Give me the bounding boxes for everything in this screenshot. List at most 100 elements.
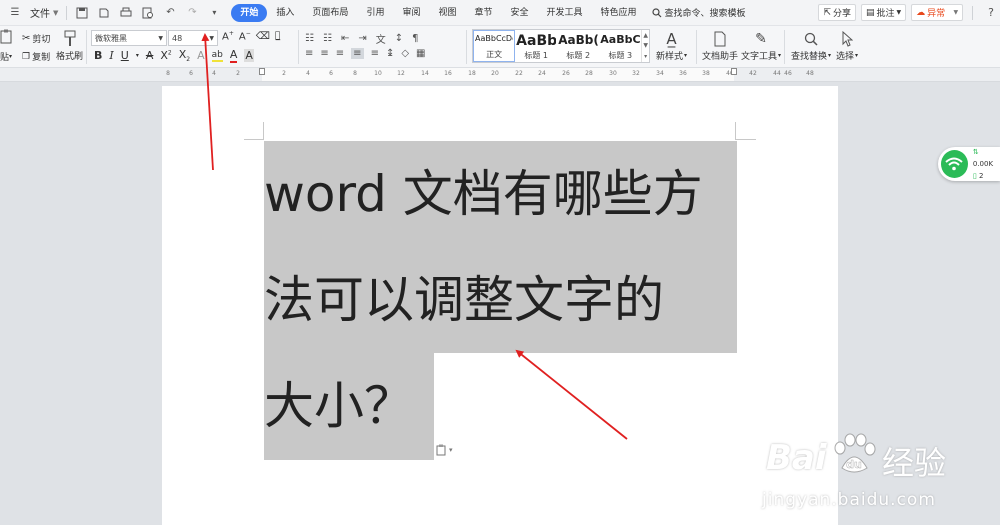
share-button[interactable]: ⇱ 分享 [818, 4, 856, 21]
chevron-down-icon: ▼ [896, 9, 902, 16]
undo-icon[interactable]: ↶ [162, 5, 178, 21]
font-color-icon[interactable]: A [229, 48, 238, 64]
phonetic-icon[interactable]: 文̲ [275, 31, 280, 41]
tab-view[interactable]: 视图 [429, 4, 465, 22]
redo-icon[interactable]: ↷ [184, 5, 200, 21]
font-size-select[interactable]: 48 ▼ [168, 30, 218, 46]
tab-page-layout[interactable]: 页面布局 [303, 4, 357, 22]
ruler-tick-label: 10 [374, 70, 382, 77]
customize-icon[interactable]: ▾ [206, 5, 222, 21]
horizontal-ruler[interactable]: 8 6 4 2 2 4 6 8 10 12 14 16 18 20 22 24 26 28 30 32 34 36 38 40… [0, 68, 1000, 82]
baidu-watermark: Bai du 经验 jingyan.baidu.com [760, 418, 998, 523]
style-heading-2[interactable]: AaBb( 标题 2 [557, 30, 599, 62]
document-body-text[interactable]: word 文档有哪些方 法可以调整文字的 大小？ [264, 141, 737, 459]
right-indent-marker[interactable] [731, 68, 737, 75]
tab-insert[interactable]: 插入 [267, 4, 303, 22]
superscript-icon[interactable]: X2 [160, 49, 171, 62]
gallery-scroll[interactable]: ▲ ▼ ▾ [641, 30, 649, 62]
divider [298, 30, 299, 64]
find-replace-button[interactable]: 查找替换 ▾ [791, 29, 831, 62]
save-icon[interactable] [74, 5, 90, 21]
copy-label: 复制 [32, 53, 51, 63]
cursor-icon [836, 29, 858, 49]
file-menu[interactable]: 文件 ▼ [26, 5, 62, 21]
borders-icon[interactable]: ▦ [416, 48, 425, 59]
style-name: 标题 2 [566, 51, 591, 60]
bullet-list-icon[interactable]: ☷ [305, 33, 314, 44]
justify-icon[interactable]: ≡ [351, 48, 364, 59]
format-painter-label: 格式刷 [56, 52, 84, 62]
tab-section[interactable]: 章节 [465, 4, 501, 22]
command-search[interactable]: 查找命令、搜索模板 [651, 6, 746, 19]
highlight-icon[interactable]: ab [211, 50, 223, 62]
paw-logo-icon: du [834, 433, 876, 473]
tab-developer[interactable]: 开发工具 [538, 4, 592, 22]
ruler-tick-label: 44 [773, 70, 781, 77]
distribute-icon[interactable]: ≡ [371, 48, 379, 59]
brush-icon [59, 29, 81, 49]
chevron-down-icon[interactable]: ▾ [136, 52, 139, 59]
ruler-tick-label: 26 [562, 70, 570, 77]
shading-icon[interactable]: ◇ [401, 48, 409, 59]
ribbon-toolbar: 贴 ▾ ✂ 剪切 ❐ 复制 格式刷 微软雅黑 ▼ 48 ▼ A+ A− ⌫ 文̲… [0, 26, 1000, 68]
chevron-down-icon: ▾ [9, 53, 13, 60]
scissors-icon: ✂ [22, 33, 31, 44]
line-spacing-icon[interactable]: ↨ [386, 48, 394, 59]
copy-button[interactable]: ❐ 复制 [22, 50, 51, 64]
style-heading-1[interactable]: AaBb 标题 1 [515, 30, 557, 62]
print-icon[interactable] [118, 5, 134, 21]
network-speed: 0.00K [972, 160, 994, 168]
tab-home[interactable]: 开始 [231, 3, 268, 22]
text-effect-icon[interactable]: A [197, 49, 205, 62]
subscript-icon[interactable]: X2 [179, 48, 190, 63]
select-button[interactable]: 选择 ▾ [836, 29, 858, 62]
chevron-down-icon: ▼ [209, 34, 214, 42]
cut-button[interactable]: ✂ 剪切 [22, 32, 50, 45]
grow-font-icon[interactable]: A+ [222, 30, 234, 42]
comment-button[interactable]: ▤ 批注 ▼ [861, 4, 907, 21]
chevron-down-icon: ▼ [643, 42, 648, 50]
ruler-tick-label: 48 [806, 70, 814, 77]
numbered-list-icon[interactable]: ☷ [323, 33, 332, 44]
network-speed-widget[interactable]: ⇅ 0.00K ▯ 2 [938, 147, 1000, 181]
tab-security[interactable]: 安全 [502, 4, 538, 22]
chinese-layout-icon[interactable]: 文 [376, 31, 386, 46]
style-heading-3[interactable]: AaBbC 标题 3 [599, 30, 641, 62]
show-marks-icon[interactable]: ¶ [412, 33, 418, 44]
text-line: word 文档有哪些方 [264, 165, 703, 223]
export-icon[interactable] [96, 5, 112, 21]
italic-icon[interactable]: I [109, 49, 113, 62]
format-painter-button[interactable]: 格式刷 [56, 29, 83, 62]
print-preview-icon[interactable] [140, 5, 156, 21]
align-right-icon[interactable]: ≡ [336, 48, 344, 59]
margin-mark [244, 139, 264, 140]
increase-indent-icon[interactable]: ⇥ [358, 33, 366, 44]
sync-status-button[interactable]: ☁ 异常 ▼ [911, 4, 964, 21]
tab-references[interactable]: 引用 [357, 4, 393, 22]
doc-helper-button[interactable]: 文档助手 [702, 29, 738, 62]
paste-button[interactable] [0, 29, 14, 45]
tab-features[interactable]: 特色应用 [592, 4, 646, 22]
ruler-tick-label: 34 [656, 70, 664, 77]
strikethrough-icon[interactable]: A [146, 49, 154, 62]
font-name-select[interactable]: 微软雅黑 ▼ [91, 30, 167, 46]
sort-icon[interactable]: ↕ [395, 33, 403, 44]
align-left-icon[interactable]: ≡ [305, 48, 313, 59]
menu-icon[interactable]: ☰ [7, 5, 23, 21]
align-center-icon[interactable]: ≡ [320, 48, 328, 59]
find-replace-label: 查找替换 [791, 52, 828, 62]
underline-icon[interactable]: U [121, 49, 129, 62]
tab-review[interactable]: 审阅 [393, 4, 429, 22]
char-shading-icon[interactable]: A [244, 49, 254, 63]
bold-icon[interactable]: B [94, 49, 102, 62]
shrink-font-icon[interactable]: A− [239, 30, 251, 42]
help-button[interactable]: ? [988, 6, 994, 19]
new-style-button[interactable]: A̲ 新样式 ▾ [656, 29, 687, 62]
text-tools-button[interactable]: ✎ 文字工具 ▾ [741, 29, 781, 62]
text-line: 大小？ [264, 377, 414, 435]
clear-format-icon[interactable]: ⌫ [256, 31, 270, 42]
decrease-indent-icon[interactable]: ⇤ [341, 33, 349, 44]
style-normal[interactable]: AaBbCcDd 正文 [473, 30, 516, 62]
paste-options-button[interactable]: ▾ [436, 444, 453, 456]
left-indent-marker[interactable] [259, 68, 265, 75]
